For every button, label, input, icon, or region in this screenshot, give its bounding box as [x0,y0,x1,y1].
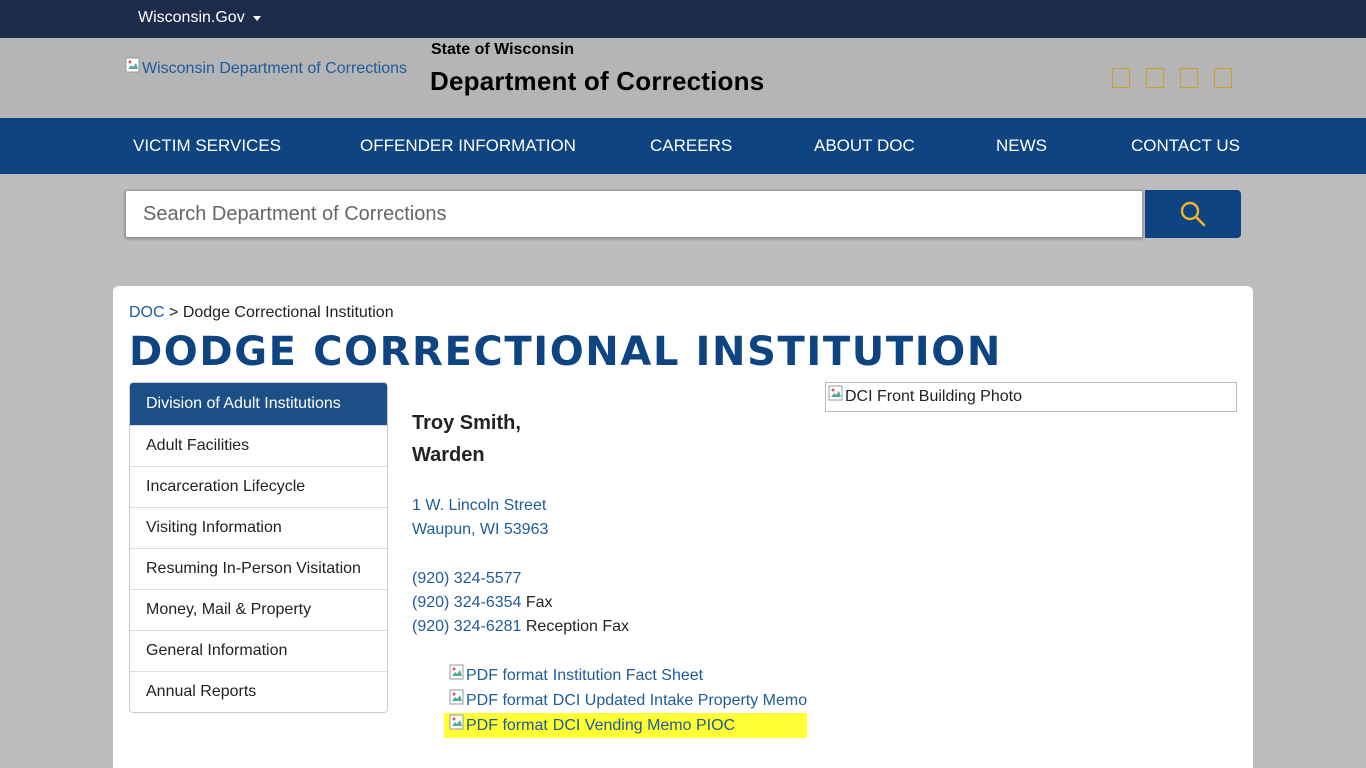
address-line-1[interactable]: 1 W. Lincoln Street [412,497,546,514]
phone-link-reception-fax[interactable]: (920) 324-6281 [412,618,521,635]
doc-link-fact-sheet[interactable]: Institution Fact Sheet [553,663,703,688]
sidebar-item-annual-reports[interactable]: Annual Reports [130,671,387,712]
sidebar-item-general-information[interactable]: General Information [130,630,387,671]
twitter-icon[interactable] [1146,68,1164,88]
breadcrumb-current: Dodge Correctional Institution [182,304,394,321]
sidebar-nav: Division of Adult Institutions Adult Fac… [129,382,388,713]
nav-item-victim-services[interactable]: VICTIM SERVICES [133,136,281,156]
wisconsin-gov-label: Wisconsin.Gov [138,9,245,26]
sidebar-item-resuming-visitation[interactable]: Resuming In-Person Visitation [130,548,387,589]
phone-label-reception-fax: Reception Fax [525,618,630,635]
sidebar-item-visiting-information[interactable]: Visiting Information [130,507,387,548]
breadcrumb-doc-link[interactable]: DOC [129,304,165,321]
doc-link-vending-memo[interactable]: DCI Vending Memo PIOC [553,713,735,738]
phone-label-fax: Fax [525,594,553,611]
warden-name: Troy Smith, [412,412,521,434]
document-item: PDF format Institution Fact Sheet [449,663,807,688]
phone-row: (920) 324-6354 Fax [412,591,629,615]
broken-image-icon [828,385,844,401]
sidebar-item-incarceration-lifecycle[interactable]: Incarceration Lifecycle [130,466,387,507]
youtube-icon[interactable] [1214,68,1232,88]
caret-down-icon [252,15,261,21]
phone-link-main[interactable]: (920) 324-5577 [412,570,521,587]
nav-item-about-doc[interactable]: ABOUT DOC [814,136,915,156]
site-header: Wisconsin Department of Corrections Stat… [0,38,1366,118]
photo-alt-text: DCI Front Building Photo [845,388,1022,405]
phone-list: (920) 324-5577 (920) 324-6354 Fax (920) … [412,567,629,639]
nav-item-careers[interactable]: CAREERS [650,136,732,156]
address: 1 W. Lincoln Street Waupun, WI 53963 [412,494,548,542]
pdf-icon-alt: PDF format [466,667,548,684]
warden-role: Warden [412,444,485,466]
breadcrumb-separator: > [169,304,179,321]
top-bar: Wisconsin.Gov [0,0,1366,38]
address-line-2[interactable]: Waupun, WI 53963 [412,521,548,538]
search-button[interactable] [1145,190,1241,238]
logo-alt-text: Wisconsin Department of Corrections [142,60,407,77]
content-card: DOC > Dodge Correctional Institution DOD… [113,286,1253,768]
building-photo: DCI Front Building Photo [825,382,1237,412]
broken-image-icon [125,57,141,73]
facebook-icon[interactable] [1112,68,1130,88]
pdf-icon [449,689,465,705]
state-label: State of Wisconsin [431,41,574,58]
instagram-icon[interactable] [1180,68,1198,88]
document-list: PDF format Institution Fact Sheet PDF fo… [444,663,808,738]
phone-link-fax[interactable]: (920) 324-6354 [412,594,521,611]
page-title: DODGE CORRECTIONAL INSTITUTION [129,329,1002,375]
nav-item-offender-information[interactable]: OFFENDER INFORMATION [360,136,576,156]
main-nav: VICTIM SERVICES OFFENDER INFORMATION CAR… [0,118,1366,174]
sidebar-item-money-mail-property[interactable]: Money, Mail & Property [130,589,387,630]
department-title: Department of Corrections [430,66,765,96]
pdf-icon-alt: PDF format [466,717,548,734]
search-icon [1180,201,1206,227]
breadcrumb: DOC > Dodge Correctional Institution [129,304,394,322]
pdf-icon-alt: PDF format [466,692,548,709]
sidebar-item-division-of-adult-institutions[interactable]: Division of Adult Institutions [130,383,387,425]
document-item-highlighted: PDF format DCI Vending Memo PIOC [444,713,808,738]
phone-row: (920) 324-5577 [412,567,629,591]
nav-item-contact-us[interactable]: CONTACT US [1131,136,1240,156]
wisconsin-gov-dropdown[interactable]: Wisconsin.Gov [138,9,261,27]
doc-link-intake-property-memo[interactable]: DCI Updated Intake Property Memo [553,688,807,713]
site-logo[interactable]: Wisconsin Department of Corrections [125,57,407,78]
warden-info: Troy Smith, Warden [412,407,521,471]
sidebar-item-adult-facilities[interactable]: Adult Facilities [130,425,387,466]
social-links [1112,68,1232,88]
phone-row: (920) 324-6281 Reception Fax [412,615,629,639]
pdf-icon [449,664,465,680]
document-item: PDF format DCI Updated Intake Property M… [449,688,807,713]
search-input[interactable] [125,190,1143,238]
nav-item-news[interactable]: NEWS [996,136,1047,156]
pdf-icon [449,714,465,730]
